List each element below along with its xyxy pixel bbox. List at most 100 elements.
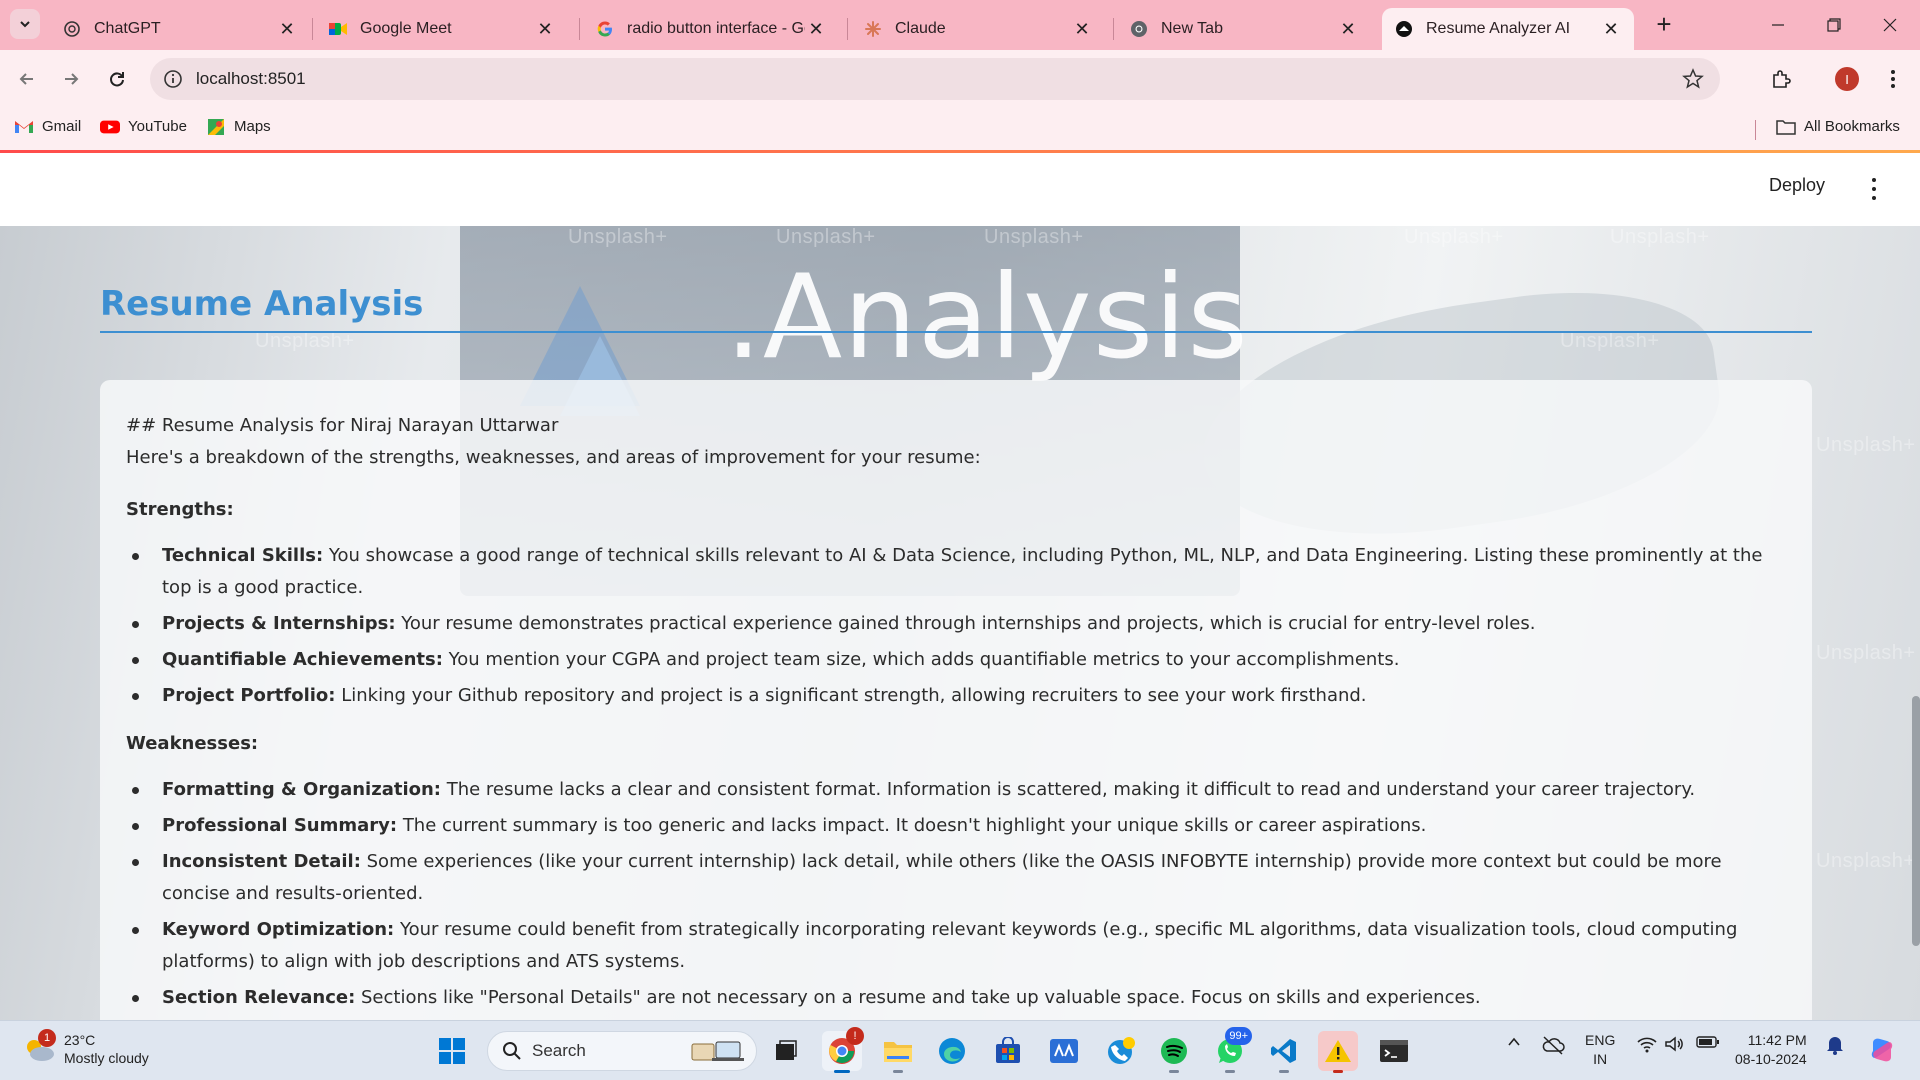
start-button[interactable] xyxy=(432,1031,472,1071)
item-text: Linking your Github repository and proje… xyxy=(335,685,1367,706)
item-title: Section Relevance: xyxy=(162,987,356,1008)
bookmark-maps[interactable]: Maps xyxy=(206,118,271,135)
tab-title: New Tab xyxy=(1161,20,1223,37)
bookmark-youtube[interactable]: YouTube xyxy=(100,118,187,135)
taskbar-app-edge[interactable] xyxy=(932,1031,972,1071)
taskbar-app-weather-phone[interactable] xyxy=(1100,1031,1140,1071)
task-view-icon xyxy=(776,1040,797,1060)
tab-search-button[interactable] xyxy=(10,9,40,39)
system-clock[interactable]: 11:42 PM 08-10-2024 xyxy=(1735,1031,1807,1069)
item-text: Some experiences (like your current inte… xyxy=(162,851,1722,904)
item-text: Sections like "Personal Details" are not… xyxy=(355,987,1481,1008)
browser-toolbar: localhost:8501 I xyxy=(0,50,1920,108)
item-title: Technical Skills: xyxy=(162,545,324,566)
bookmark-star-icon[interactable] xyxy=(1682,68,1704,90)
taskbar-app-chrome[interactable]: ! xyxy=(822,1027,864,1073)
speaker-icon xyxy=(1665,1036,1683,1052)
taskbar-app-store[interactable] xyxy=(988,1031,1028,1071)
maps-icon xyxy=(206,118,226,135)
item-text: Your resume could benefit from strategic… xyxy=(162,919,1738,972)
taskbar-app-myjio[interactable] xyxy=(1044,1031,1084,1071)
deploy-button[interactable]: Deploy xyxy=(1769,175,1825,196)
tab-title: Claude xyxy=(895,20,946,37)
close-tab-icon[interactable]: ✕ xyxy=(1600,18,1622,40)
tab-new-tab[interactable]: New Tab ✕ xyxy=(1117,8,1371,50)
close-tab-icon[interactable]: ✕ xyxy=(805,18,827,40)
chevron-down-icon xyxy=(20,21,30,28)
watermark: Unsplash+ xyxy=(1560,330,1660,352)
chrome-icon xyxy=(1129,19,1149,39)
tab-title: ChatGPT xyxy=(94,20,161,37)
battery-status[interactable] xyxy=(1694,1035,1722,1049)
taskbar-app-warning[interactable] xyxy=(1318,1031,1358,1073)
copilot-button[interactable] xyxy=(1864,1035,1900,1065)
tab-claude[interactable]: Claude ✕ xyxy=(851,8,1105,50)
tab-chatgpt[interactable]: ChatGPT ✕ xyxy=(50,8,310,50)
tab-resume-analyzer[interactable]: Resume Analyzer AI ✕ xyxy=(1382,8,1634,50)
wifi-icon xyxy=(1637,1037,1657,1053)
list-item: Keyword Optimization: Your resume could … xyxy=(126,914,1786,978)
weather-badge: 1 xyxy=(38,1029,56,1047)
search-label: Search xyxy=(532,1041,586,1060)
watermark: Unsplash+ xyxy=(1816,434,1916,456)
reload-icon xyxy=(110,72,124,87)
profile-button[interactable]: I xyxy=(1832,64,1862,94)
close-tab-icon[interactable]: ✕ xyxy=(276,18,298,40)
forward-button[interactable] xyxy=(56,64,86,94)
list-item: Professional Summary: The current summar… xyxy=(126,810,1786,842)
restore-button[interactable] xyxy=(1806,0,1862,50)
bookmark-gmail[interactable]: Gmail xyxy=(14,118,81,135)
notifications-button[interactable] xyxy=(1822,1035,1848,1055)
list-item: Project Portfolio: Linking your Github r… xyxy=(126,680,1786,712)
language-indicator[interactable]: ENG IN xyxy=(1585,1031,1615,1069)
taskbar-app-file-explorer[interactable] xyxy=(878,1031,918,1073)
bookmarks-bar: Gmail YouTube Maps All Bookmarks xyxy=(0,108,1920,150)
extensions-button[interactable] xyxy=(1766,64,1796,94)
new-tab-button[interactable]: + xyxy=(1650,9,1678,39)
cloud-sun-icon: 1 xyxy=(22,1029,56,1063)
watermark: Unsplash+ xyxy=(1816,642,1916,664)
taskbar-app-task-view[interactable] xyxy=(766,1031,806,1071)
close-tab-icon[interactable]: ✕ xyxy=(1071,18,1093,40)
item-title: Keyword Optimization: xyxy=(162,919,395,940)
close-tab-icon[interactable]: ✕ xyxy=(1337,18,1359,40)
item-title: Quantifiable Achievements: xyxy=(162,649,443,670)
item-text: The resume lacks a clear and consistent … xyxy=(441,779,1696,800)
onedrive-status[interactable] xyxy=(1538,1035,1568,1055)
taskbar-search[interactable]: Search xyxy=(487,1031,757,1071)
reload-button[interactable] xyxy=(102,64,132,94)
main-content: Unsplash+ Unsplash+ Unsplash+ Unsplash+ … xyxy=(0,226,1920,1020)
streamlit-icon xyxy=(1394,19,1414,39)
url-text[interactable]: localhost:8501 xyxy=(196,69,306,89)
list-item: Inconsistent Detail: Some experiences (l… xyxy=(126,846,1786,910)
tab-google-meet[interactable]: Google Meet ✕ xyxy=(316,8,568,50)
taskbar-app-terminal[interactable] xyxy=(1374,1031,1414,1071)
taskbar-app-vscode[interactable] xyxy=(1264,1031,1304,1073)
item-title: Inconsistent Detail: xyxy=(162,851,361,872)
tab-title: radio button interface - Go xyxy=(627,20,805,37)
close-tab-icon[interactable]: ✕ xyxy=(534,18,556,40)
all-bookmarks-button[interactable]: All Bookmarks xyxy=(1776,118,1900,135)
tab-radio-button-search[interactable]: radio button interface - Go ✕ xyxy=(583,8,839,50)
taskbar-app-spotify[interactable] xyxy=(1154,1031,1194,1073)
volume-status[interactable] xyxy=(1662,1035,1688,1053)
list-item: Technical Skills: You showcase a good ra… xyxy=(126,540,1786,604)
back-button[interactable] xyxy=(12,64,42,94)
site-info-icon[interactable] xyxy=(162,68,184,90)
address-bar[interactable]: localhost:8501 xyxy=(150,58,1720,100)
wifi-status[interactable] xyxy=(1634,1035,1660,1053)
weather-widget[interactable]: 1 23°C Mostly cloudy xyxy=(22,1029,149,1067)
chatgpt-icon xyxy=(62,19,82,39)
watermark: Unsplash+ xyxy=(568,226,668,248)
strengths-heading: Strengths: xyxy=(126,499,234,520)
phone-sun-icon xyxy=(1108,1037,1135,1064)
minimize-icon xyxy=(1772,24,1784,26)
page-scrollbar[interactable] xyxy=(1912,696,1920,946)
show-hidden-icons-button[interactable] xyxy=(1500,1035,1528,1049)
minimize-button[interactable] xyxy=(1750,0,1806,50)
app-menu-button[interactable] xyxy=(1868,175,1880,203)
weather-condition: Mostly cloudy xyxy=(64,1050,149,1066)
close-window-button[interactable] xyxy=(1862,0,1918,50)
browser-menu-button[interactable] xyxy=(1878,64,1908,94)
taskbar-app-whatsapp[interactable]: 99+ xyxy=(1210,1027,1252,1073)
